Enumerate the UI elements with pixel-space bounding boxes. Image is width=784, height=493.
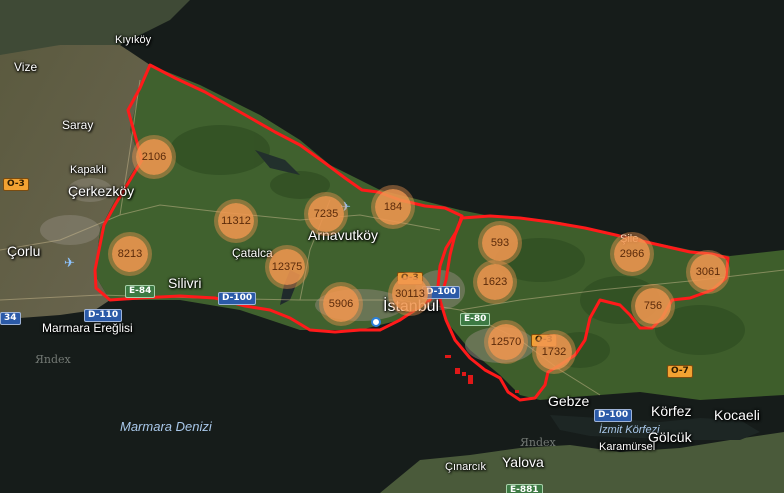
cluster-marker[interactable]: 2966	[614, 236, 650, 272]
cluster-marker[interactable]: 11312	[218, 203, 254, 239]
cluster-marker[interactable]: 593	[482, 225, 518, 261]
airport-icon: ✈	[64, 255, 75, 270]
place-yalova: Yalova	[502, 454, 544, 470]
cluster-marker[interactable]: 5906	[323, 286, 359, 322]
place-catalca: Çatalca	[232, 246, 273, 260]
road-shield-34: 34	[0, 312, 21, 325]
place-corlu: Çorlu	[7, 243, 41, 259]
road-shield-o7: O-7	[667, 365, 693, 378]
map-view[interactable]: Marmara Denizi İzmit Körfezi Яndex Яndex…	[0, 0, 784, 493]
cluster-marker[interactable]: 12375	[269, 249, 305, 285]
road-shield-e881: E-881	[506, 484, 543, 493]
place-silivri: Silivri	[168, 275, 202, 291]
place-kapakli: Kapaklı	[70, 164, 107, 176]
place-marmara-ereglisi: Marmara Ereğlisi	[42, 321, 133, 335]
road-shield-d100-east: D-100	[594, 409, 633, 422]
watermark-right: Яndex	[520, 436, 556, 449]
place-vize: Vize	[14, 60, 38, 74]
place-kiyikoy: Kıyıköy	[115, 34, 152, 46]
cluster-marker[interactable]: 184	[375, 189, 411, 225]
cluster-marker[interactable]: 1623	[477, 264, 513, 300]
place-cerkezkoy: Çerkezköy	[68, 183, 135, 199]
road-shield-e80: E-80	[460, 313, 491, 326]
place-gebze: Gebze	[548, 393, 590, 409]
road-shield-d110: D-110	[84, 309, 123, 322]
cluster-marker[interactable]: 7235	[308, 196, 344, 232]
watermark-left: Яndex	[35, 353, 71, 366]
marmara-sea-label: Marmara Denizi	[120, 419, 212, 434]
place-saray: Saray	[62, 118, 94, 132]
place-kocaeli: Kocaeli	[714, 407, 760, 423]
cluster-marker[interactable]: 8213	[112, 236, 148, 272]
cluster-marker[interactable]: 30113	[392, 276, 428, 312]
cluster-marker[interactable]: 3061	[690, 254, 726, 290]
cluster-marker[interactable]: 12570	[488, 324, 524, 360]
road-shield-d100-west: D-100	[218, 292, 257, 305]
cluster-marker[interactable]: 2106	[136, 139, 172, 175]
road-shield-o3-west: O-3	[3, 178, 29, 191]
road-shield-e84: E-84	[125, 285, 156, 298]
cluster-marker[interactable]: 756	[635, 288, 671, 324]
location-pin-icon[interactable]	[371, 317, 381, 327]
place-karamursel: Karamürsel	[599, 441, 656, 453]
cluster-marker[interactable]: 1732	[536, 334, 572, 370]
place-cinarcik: Çınarcık	[445, 461, 486, 473]
place-korfez: Körfez	[651, 403, 692, 419]
